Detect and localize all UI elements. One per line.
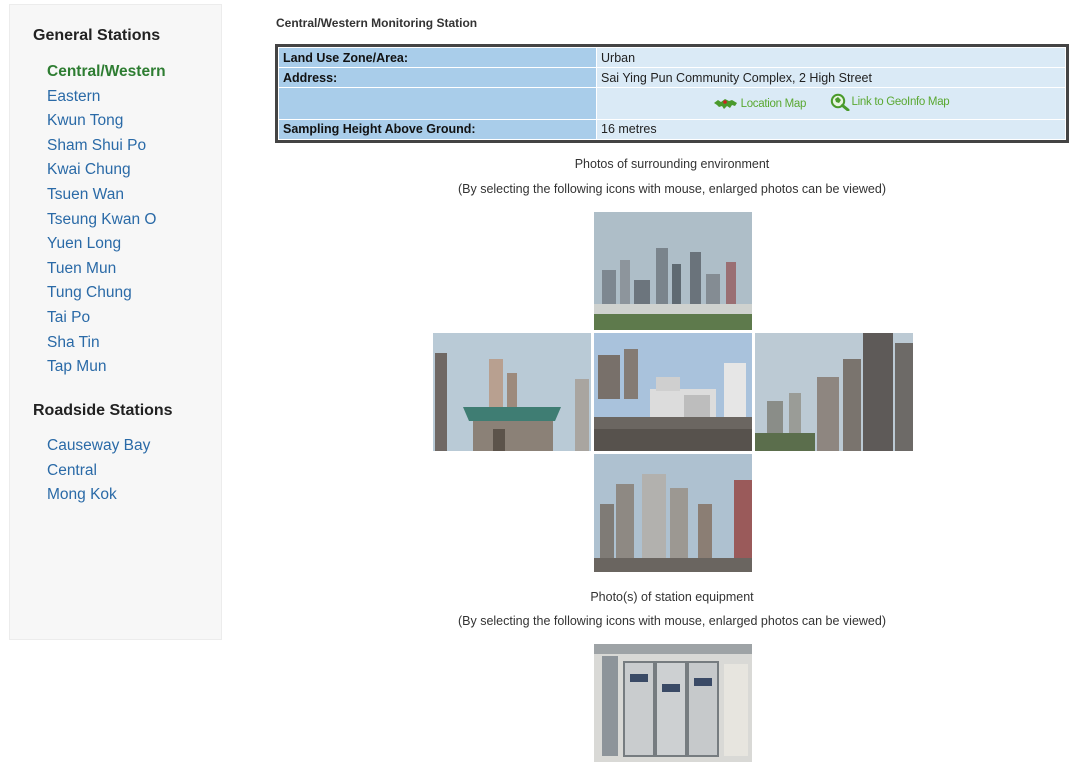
land-use-value: Urban (597, 48, 1065, 68)
rooftop-structure-photo (433, 333, 591, 451)
photo-north[interactable] (594, 212, 752, 330)
geoinfo-map-link[interactable]: Link to GeoInfo Map (830, 93, 950, 112)
station-link-eastern[interactable]: Eastern (47, 85, 166, 110)
station-info-table: Land Use Zone/Area: Urban Address: Sai Y… (275, 44, 1069, 143)
roadside-stations-heading: Roadside Stations (33, 402, 173, 419)
hong-kong-map-icon (713, 99, 737, 110)
equipment-racks-photo (594, 644, 752, 762)
station-rooftop-photo (594, 333, 752, 451)
station-link-tseung-kwan-o[interactable]: Tseung Kwan O (47, 208, 166, 233)
high-rise-buildings-photo (594, 454, 752, 572)
geoinfo-map-label: Link to GeoInfo Map (851, 96, 950, 109)
photo-center[interactable] (594, 333, 752, 451)
photo-east[interactable] (755, 333, 913, 451)
station-link-central[interactable]: Central (47, 459, 150, 484)
general-stations-list: Central/Western Eastern Kwun Tong Sham Shui… (47, 60, 166, 380)
station-link-kwun-tong[interactable]: Kwun Tong (47, 109, 166, 134)
surroundings-hint: (By selecting the following icons with m… (457, 182, 886, 196)
sampling-height-label: Sampling Height Above Ground: (279, 119, 596, 139)
page-title: Central/Western Monitoring Station (276, 16, 478, 30)
magnifier-globe-icon (830, 93, 850, 112)
station-link-mong-kok[interactable]: Mong Kok (47, 483, 150, 508)
equipment-hint: (By selecting the following icons with m… (457, 614, 886, 628)
location-map-link[interactable]: Location Map (713, 97, 806, 111)
empty-label-cell (279, 88, 596, 119)
station-sidebar: General Stations Central/Western Eastern K… (9, 4, 222, 640)
general-stations-heading: General Stations (33, 27, 161, 44)
map-links-cell: Location Map Link to GeoInfo Map (597, 88, 1065, 119)
station-link-yuen-long[interactable]: Yuen Long (47, 232, 166, 257)
surroundings-caption: Photos of surrounding environment (574, 157, 770, 171)
station-link-kwai-chung[interactable]: Kwai Chung (47, 158, 166, 183)
city-skyline-photo (594, 212, 752, 330)
station-link-central-western[interactable]: Central/Western (47, 60, 166, 85)
sampling-height-value: 16 metres (597, 119, 1065, 139)
address-label: Address: (279, 68, 596, 88)
photo-west[interactable] (433, 333, 591, 451)
station-link-tsuen-wan[interactable]: Tsuen Wan (47, 183, 166, 208)
photo-equipment[interactable] (594, 644, 752, 762)
station-link-tai-po[interactable]: Tai Po (47, 306, 166, 331)
station-link-sha-tin[interactable]: Sha Tin (47, 331, 166, 356)
location-map-label: Location Map (740, 98, 807, 111)
station-link-tap-mun[interactable]: Tap Mun (47, 355, 166, 380)
station-link-tung-chung[interactable]: Tung Chung (47, 281, 166, 306)
roadside-stations-list: Causeway Bay Central Mong Kok (47, 434, 150, 508)
photo-south[interactable] (594, 454, 752, 572)
station-link-tuen-mun[interactable]: Tuen Mun (47, 257, 166, 282)
residential-towers-photo (755, 333, 913, 451)
land-use-label: Land Use Zone/Area: (279, 48, 596, 68)
equipment-caption: Photo(s) of station equipment (590, 590, 754, 604)
address-value: Sai Ying Pun Community Complex, 2 High S… (597, 68, 1065, 88)
station-link-sham-shui-po[interactable]: Sham Shui Po (47, 134, 166, 159)
station-link-causeway-bay[interactable]: Causeway Bay (47, 434, 150, 459)
